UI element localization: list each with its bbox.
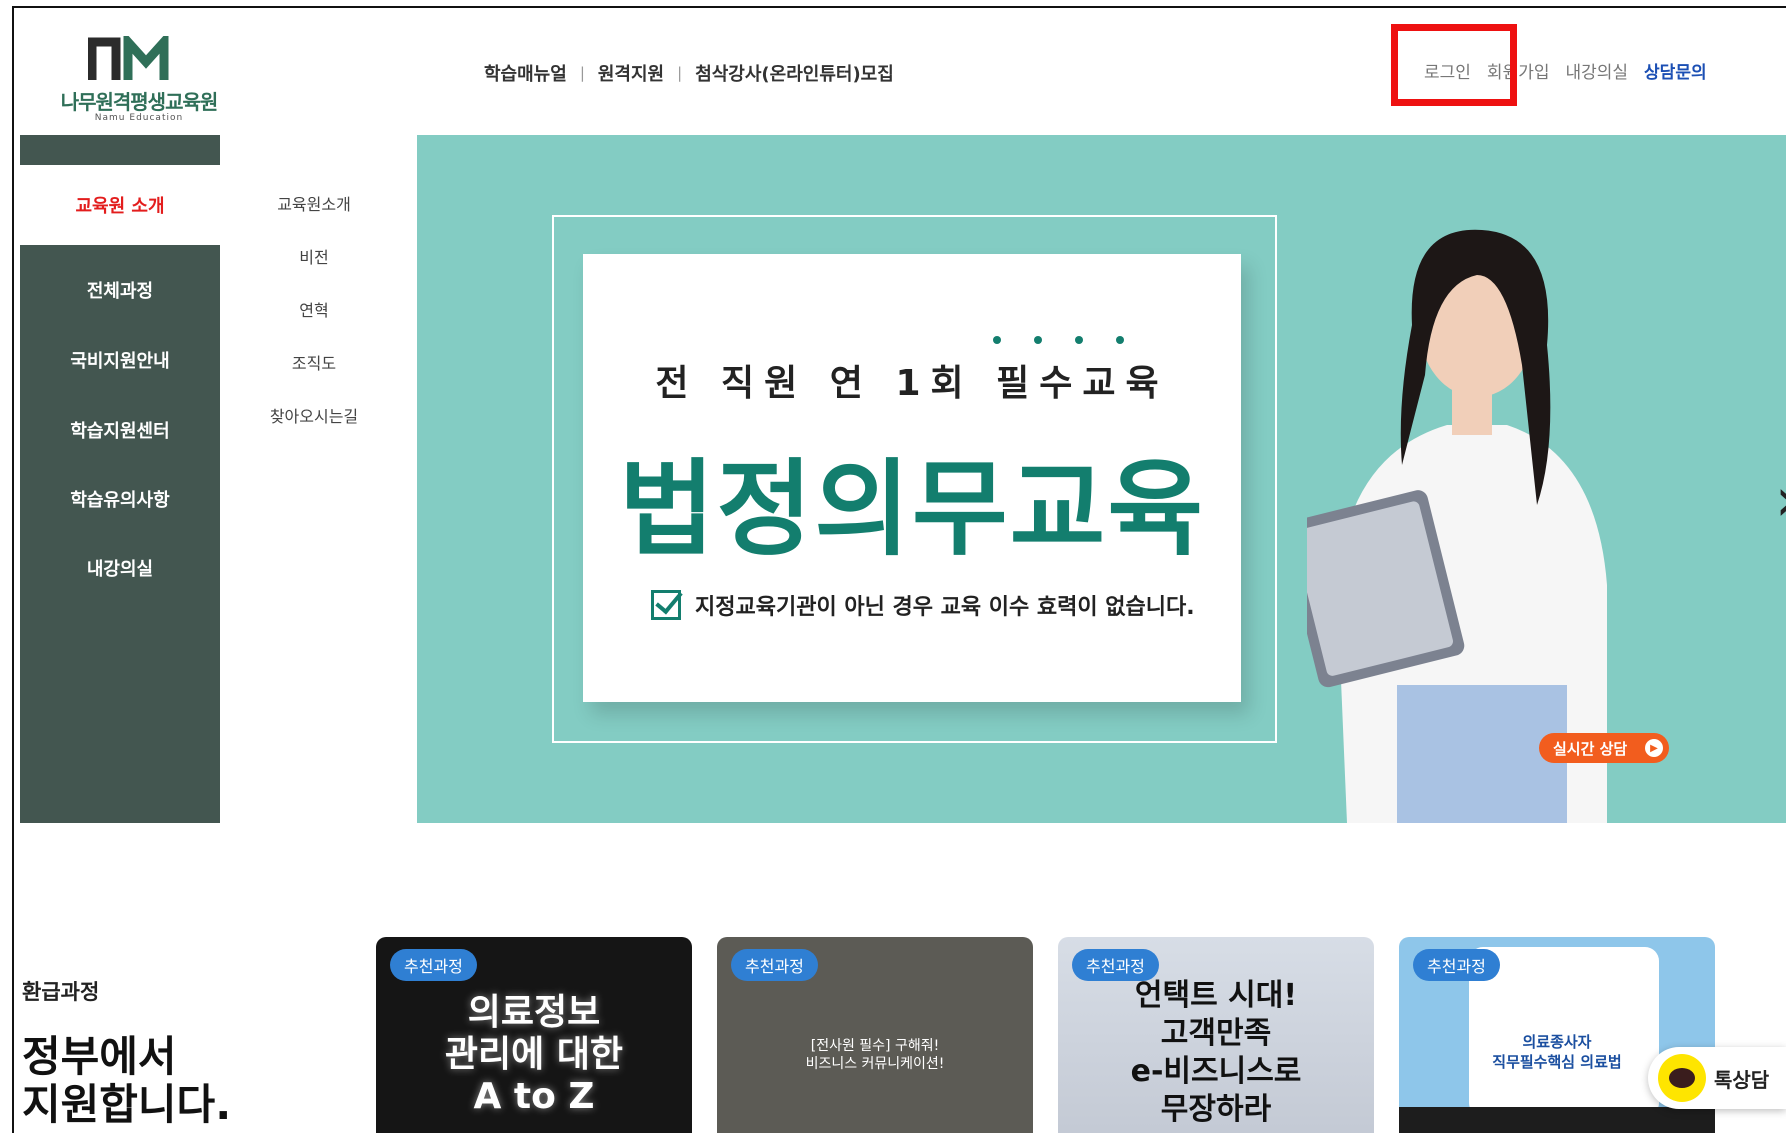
my-classroom-link[interactable]: 내강의실 (1565, 58, 1628, 83)
course-title-line: 고객만족 (1160, 1016, 1272, 1051)
side-item-learning-center[interactable]: 학습지원센터 (20, 417, 220, 443)
course-card[interactable]: 추천과정 [전사원 필수] 구해줘! 비즈니스 커뮤니케이션! (717, 937, 1033, 1133)
course-title-line: 언택트 시대! (1134, 978, 1298, 1013)
sub-item-vision[interactable]: 비전 (269, 244, 359, 297)
logo-subtitle: Namu Education (94, 113, 184, 123)
live-consult-button[interactable]: 실시간 상담 ▶ (1539, 733, 1669, 763)
chevron-right-icon[interactable]: › (1775, 465, 1786, 535)
recommend-badge: 추천과정 (731, 949, 818, 981)
kakao-chat-label: 톡상담 (1714, 1067, 1770, 1092)
live-consult-label: 실시간 상담 (1553, 739, 1628, 758)
sub-menu: 교육원소개 비전 연혁 조직도 찾아오시는길 (269, 191, 359, 456)
course-title-line: 의료정보 (467, 992, 601, 1033)
refund-title: 정부에서 지원합니다. (22, 1033, 231, 1129)
course-card-title: 의료정보 관리에 대한 A to Z (376, 992, 692, 1118)
woman-with-tablet-image (1307, 229, 1607, 823)
gnb-divider: | (579, 64, 585, 82)
course-title-line: A to Z (473, 1076, 595, 1117)
hero-notice-text: 지정교육기관이 아닌 경우 교육 이수 효력이 없습니다. (695, 595, 1195, 620)
logo-mark-icon (88, 36, 169, 80)
side-item-learning-notice[interactable]: 학습유의사항 (20, 486, 220, 512)
gnb-divider: | (677, 64, 683, 82)
checkbox-icon (651, 590, 681, 620)
side-nav: 교육원 소개 전체과정 국비지원안내 학습지원센터 학습유의사항 내강의실 (20, 135, 220, 823)
refund-title-line2: 지원합니다. (22, 1080, 232, 1129)
hero-banner[interactable]: 전 직원 연 1회 필수교육 법정의무교육 지정교육기관이 아닌 경우 교육 이… (417, 135, 1786, 823)
side-item-my-classroom[interactable]: 내강의실 (20, 555, 220, 581)
course-card-title: [전사원 필수] 구해줘! 비즈니스 커뮤니케이션! (717, 1037, 1033, 1073)
sub-item-intro[interactable]: 교육원소개 (269, 191, 359, 244)
gnb-item-remote-support[interactable]: 원격지원 (598, 60, 664, 86)
refund-title-line1: 정부에서 (22, 1032, 177, 1081)
sub-item-organization[interactable]: 조직도 (269, 350, 359, 403)
course-card[interactable]: 추천과정 언택트 시대! 고객만족 e-비즈니스로 무장하라 (1058, 937, 1374, 1133)
course-title-line: 비즈니스 커뮤니케이션! (805, 1056, 945, 1072)
hero-title: 법정의무교육 (618, 448, 1206, 570)
refund-label: 환급과정 (22, 980, 100, 1004)
sub-item-directions[interactable]: 찾아오시는길 (269, 403, 359, 456)
emphasis-dots (993, 336, 1157, 344)
login-highlight-box (1391, 24, 1517, 106)
kakao-chat-icon (1658, 1054, 1706, 1102)
video-player-strip (1399, 1107, 1715, 1133)
hero-card: 전 직원 연 1회 필수교육 법정의무교육 지정교육기관이 아닌 경우 교육 이… (583, 254, 1241, 702)
recommend-badge: 추천과정 (1413, 949, 1500, 981)
recommend-badge: 추천과정 (390, 949, 477, 981)
hero-tagline: 전 직원 연 1회 필수교육 (655, 363, 1169, 404)
hero-notice: 지정교육기관이 아닌 경우 교육 이수 효력이 없습니다. (651, 589, 1195, 621)
gnb-item-manual[interactable]: 학습매뉴얼 (484, 60, 567, 86)
play-icon: ▶ (1645, 739, 1663, 757)
course-title-line: 관리에 대한 (444, 1034, 624, 1075)
sub-item-history[interactable]: 연혁 (269, 297, 359, 350)
kakao-chat-button[interactable]: 톡상담 (1648, 1047, 1786, 1109)
logo[interactable]: 나무원격평생교육원 Namu Education (54, 28, 224, 128)
course-title-line: e-비즈니스로 (1130, 1054, 1302, 1089)
side-item-national-support[interactable]: 국비지원안내 (20, 347, 220, 373)
course-card[interactable]: 추천과정 의료정보 관리에 대한 A to Z (376, 937, 692, 1133)
page-frame: 나무원격평생교육원 Namu Education 학습매뉴얼 | 원격지원 | … (12, 6, 1786, 1133)
side-item-intro[interactable]: 교육원 소개 (20, 165, 220, 245)
logo-name: 나무원격평생교육원 (60, 90, 219, 114)
course-card-title: 언택트 시대! 고객만족 e-비즈니스로 무장하라 (1058, 977, 1374, 1129)
course-title-line: 무장하라 (1160, 1092, 1272, 1127)
consult-link[interactable]: 상담문의 (1644, 58, 1707, 83)
course-title-line: [전사원 필수] 구해줘! (810, 1038, 940, 1054)
global-nav: 학습매뉴얼 | 원격지원 | 첨삭강사(온라인튜터)모집 (484, 60, 894, 86)
gnb-item-tutor-recruit[interactable]: 첨삭강사(온라인튜터)모집 (695, 60, 894, 86)
side-item-all-courses[interactable]: 전체과정 (20, 277, 220, 303)
